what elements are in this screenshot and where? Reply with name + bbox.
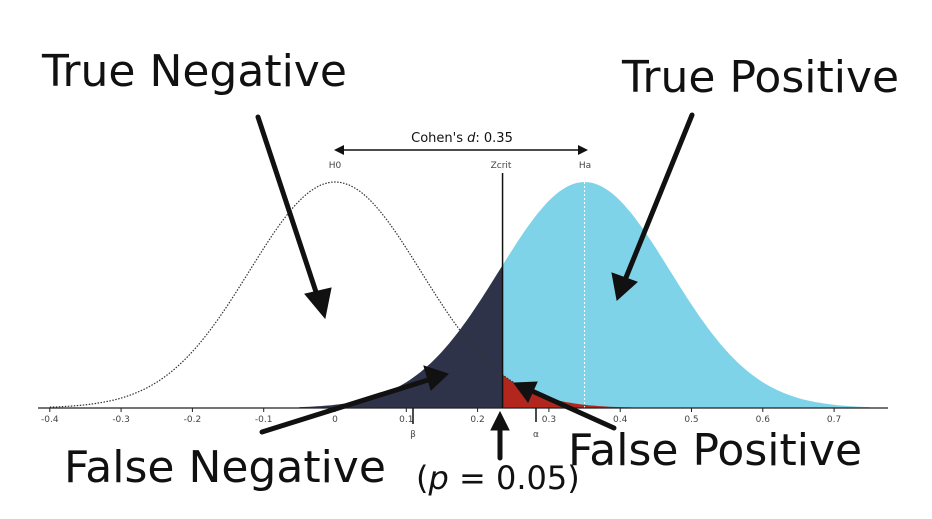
beta-label: β [410, 430, 416, 440]
x-tick-label: -0.4 [41, 415, 59, 425]
x-axis-ticks: -0.4 -0.3 -0.2 -0.1 0 0.1 0.2 0.3 0.4 0.5 0.6 0.7 [41, 408, 841, 425]
false-positive-label: False Positive [568, 425, 862, 476]
x-tick-label: 0.5 [684, 415, 698, 425]
effect-size-label: Cohen's d: 0.35 [411, 131, 513, 146]
false-negative-label: False Negative [64, 442, 386, 493]
x-tick-label: -0.1 [255, 415, 273, 425]
power-diagram: -0.4 -0.3 -0.2 -0.1 0 0.1 0.2 0.3 0.4 0.5 0.6 0.7 H… [38, 46, 899, 497]
effect-arrowhead-right [578, 145, 588, 155]
true-negative-label: True Negative [41, 46, 347, 97]
x-tick-label: 0.7 [827, 415, 841, 425]
x-tick-label: 0.6 [756, 415, 771, 425]
x-tick-label: 0 [332, 415, 338, 425]
true-positive-label: True Positive [621, 52, 899, 103]
true-negative-arrow [255, 114, 321, 301]
h0-label: H0 [329, 161, 342, 171]
x-tick-label: 0.2 [470, 415, 484, 425]
ha-label: Ha [579, 161, 591, 171]
effect-arrowhead-left [334, 145, 344, 155]
true-positive-region [502, 182, 870, 408]
x-tick-label: 0.3 [542, 415, 556, 425]
x-tick-label: -0.3 [112, 415, 130, 425]
zcrit-label: Zcrit [491, 161, 512, 171]
alpha-label: α [533, 430, 539, 440]
x-tick-label: 0.1 [399, 415, 413, 425]
x-tick-label: 0.4 [613, 415, 628, 425]
pvalue-label: (p = 0.05) [416, 459, 580, 497]
x-tick-label: -0.2 [184, 415, 202, 425]
true-negative-arrowhead [304, 287, 332, 320]
pvalue-arrowhead [490, 410, 510, 431]
